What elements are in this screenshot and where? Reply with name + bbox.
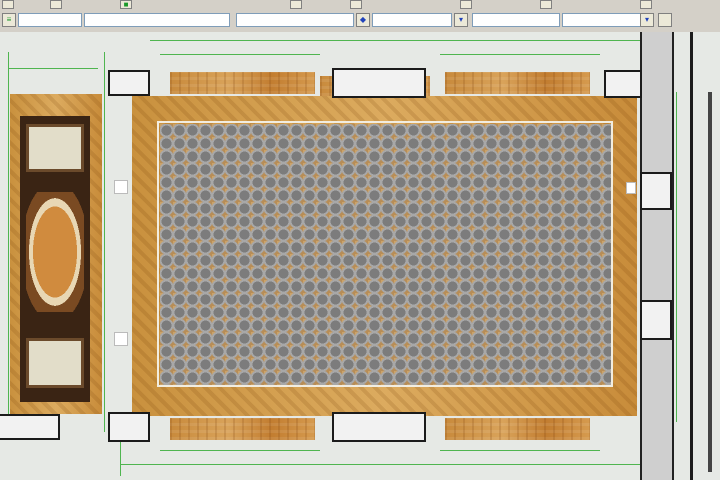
window-opening-top <box>332 68 426 98</box>
drawing-canvas[interactable] <box>0 32 720 480</box>
dimension-line-top <box>150 40 650 41</box>
zoom-dropdown-icon[interactable]: ▾ <box>640 13 654 27</box>
wood-strip <box>170 72 315 94</box>
window-opening <box>640 300 672 340</box>
inlay-medallion <box>26 192 84 312</box>
coord-field[interactable] <box>84 13 230 27</box>
style-select[interactable] <box>236 13 354 27</box>
wall-right <box>640 32 674 480</box>
dimension-line-left <box>8 52 9 432</box>
wood-strip <box>170 418 315 440</box>
dimension-line <box>160 450 320 451</box>
zoom-window-icon[interactable] <box>658 13 672 27</box>
column-top-right <box>604 70 642 98</box>
wood-strip <box>445 418 590 440</box>
inlay-square-top <box>26 124 84 172</box>
plot-style-select[interactable] <box>472 13 560 27</box>
dimension-line <box>440 450 600 451</box>
wood-strip <box>445 72 590 94</box>
chevron-down-icon[interactable]: ▾ <box>454 13 468 27</box>
column-top-left <box>108 70 150 96</box>
dimension-line-bottom <box>120 464 640 465</box>
dimension-line <box>440 54 600 55</box>
linetype-icon[interactable] <box>540 0 552 9</box>
open-file-icon[interactable] <box>50 0 62 9</box>
scale-select[interactable] <box>372 13 452 27</box>
properties-dropdown-icon[interactable] <box>460 0 472 9</box>
layer-icon[interactable]: ≡ <box>2 13 16 27</box>
column-bottom-left <box>108 412 150 442</box>
grip-handle[interactable] <box>626 182 636 194</box>
wall-segment-bottom-left <box>0 414 60 440</box>
inlay-square-bottom <box>26 338 84 388</box>
grid-line <box>708 92 712 472</box>
layer-on-icon[interactable]: ■ <box>120 0 132 9</box>
window-opening-bottom <box>332 412 426 442</box>
dimension-line <box>104 52 105 432</box>
properties-toolbar: ≡ ◆ ▾ ▾ <box>0 10 720 33</box>
new-file-icon[interactable] <box>2 0 14 9</box>
help-icon[interactable] <box>640 0 652 9</box>
match-properties-icon[interactable]: ◆ <box>356 13 370 27</box>
grip-handle[interactable] <box>114 180 128 194</box>
properties-icon[interactable] <box>350 0 362 9</box>
window-opening <box>640 172 672 210</box>
grid-line <box>690 32 693 480</box>
tile-field-outline <box>157 121 613 387</box>
layer-select[interactable] <box>18 13 82 27</box>
grip-handle[interactable] <box>114 332 128 346</box>
dimension-line <box>160 54 320 55</box>
dimension-line-right <box>676 92 677 422</box>
dimension-line <box>8 68 98 69</box>
paste-icon[interactable] <box>290 0 302 9</box>
